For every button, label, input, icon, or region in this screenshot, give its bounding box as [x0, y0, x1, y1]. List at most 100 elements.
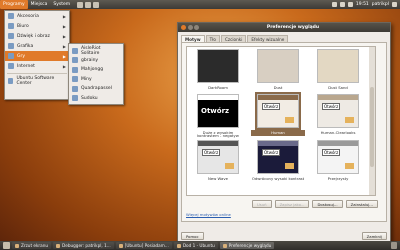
theme-item-darkroom[interactable]: DarkRoom: [191, 49, 245, 91]
programs-menu[interactable]: Programy: [0, 0, 28, 9]
install-button[interactable]: Zainstaluj...: [345, 200, 378, 208]
task-screenshot[interactable]: Zrzut ekranu: [12, 242, 52, 249]
games-icon: [8, 53, 14, 59]
task-label: Zrzut ekranu: [21, 243, 49, 248]
theme-name: Dust Sand: [328, 84, 348, 90]
preview-titlebar: [258, 141, 298, 146]
menu-item-internet[interactable]: Internet ▶: [5, 61, 69, 71]
menu-item-software-center[interactable]: Ubuntu Software Center: [5, 76, 69, 86]
places-menu[interactable]: Miejsca: [28, 0, 51, 9]
menu-item-graphics[interactable]: Grafika ▶: [5, 41, 69, 51]
menu-item-accessories[interactable]: Akcesoria ▶: [5, 11, 69, 21]
task-label: Dod 1 - Ubuntu: [182, 243, 215, 248]
save-as-button[interactable]: Zapisz jako...: [274, 200, 310, 208]
theme-name: Human-Clearlooks: [320, 129, 356, 135]
minimize-window-icon[interactable]: [187, 25, 193, 30]
document-icon: [176, 243, 181, 248]
scrollbar-thumb[interactable]: [370, 87, 374, 167]
theme-preview: Otwórz: [255, 92, 301, 130]
folder-icon: [225, 163, 234, 169]
office-icon: [8, 23, 14, 29]
theme-name: Human: [251, 130, 305, 136]
preview-button-label: Otwórz: [322, 149, 340, 156]
multimedia-icon: [8, 33, 14, 39]
mail-icon[interactable]: [347, 2, 353, 7]
submenu-item-aisleriot[interactable]: AisleRiot Solitaire: [69, 46, 123, 56]
submenu-item-label: Mahjongg: [81, 67, 104, 73]
customize-button[interactable]: Dostosuj...: [312, 200, 343, 208]
terminal-icon: [56, 243, 61, 248]
menu-item-label: Grafika: [17, 43, 34, 49]
power-icon[interactable]: [392, 2, 397, 7]
task-label: Preferencje wyglądu: [228, 243, 272, 248]
menu-item-office[interactable]: Biuro ▶: [5, 21, 69, 31]
submenu-item-sudoku[interactable]: Sudoku: [69, 94, 123, 104]
chevron-right-icon: ▶: [62, 23, 66, 29]
help-launcher-icon[interactable]: [93, 1, 100, 8]
preview-button-label: Otwórz: [202, 149, 220, 156]
theme-item-human-clearlooks[interactable]: Otwórz Human-Clearlooks: [311, 94, 365, 137]
task-document[interactable]: Dod 1 - Ubuntu: [173, 242, 218, 249]
theme-item-low-contrast-inverse[interactable]: Otwórz Odwrócony wysoki kontrast: [251, 140, 305, 182]
submenu-item-mahjongg[interactable]: Mahjongg: [69, 65, 123, 75]
blocks-icon: [72, 85, 78, 92]
theme-item-dust[interactable]: Dust: [251, 49, 305, 91]
menu-item-multimedia[interactable]: Dźwięk i obraz ▶: [5, 31, 69, 41]
submenu-item-label: AisleRiot Solitaire: [80, 45, 101, 56]
system-tray: 19:51 patrikpl: [331, 2, 400, 7]
preview-titlebar: [318, 141, 358, 146]
show-desktop-icon[interactable]: [3, 242, 10, 249]
theme-grid: DarkRoom Dust Dust Sand Otwórz Duże z wy…: [191, 49, 365, 182]
bottom-panel: Zrzut ekranu Debugger: patrikpl, 1... [U…: [0, 241, 400, 250]
theme-panel: DarkRoom Dust Dust Sand Otwórz Duże z wy…: [181, 42, 387, 222]
submenu-item-label: Miny: [81, 76, 92, 82]
clock[interactable]: 19:51: [356, 2, 369, 7]
task-debugger[interactable]: Debugger: patrikpl, 1...: [53, 242, 114, 249]
games-submenu: AisleRiot Solitaire gbrainy Mahjongg Min…: [68, 43, 124, 105]
theme-item-dust-sand[interactable]: Dust Sand: [311, 49, 365, 91]
submenu-item-gbrainy[interactable]: gbrainy: [69, 56, 123, 66]
menu-item-label: Biuro: [17, 23, 29, 29]
trash-icon[interactable]: [391, 242, 397, 249]
close-window-icon[interactable]: [181, 25, 186, 30]
task-appearance-preferences[interactable]: Preferencje wyglądu: [219, 242, 275, 249]
mahjongg-icon: [72, 66, 78, 73]
help-button[interactable]: Pomoc: [181, 232, 204, 240]
delete-theme-button[interactable]: Usuń: [252, 200, 272, 208]
menu-item-games[interactable]: Gry ▶: [5, 51, 69, 61]
submenu-item-mines[interactable]: Miny: [69, 75, 123, 85]
close-button[interactable]: Zamknij: [361, 232, 387, 240]
theme-list-scrollbar[interactable]: [369, 47, 375, 195]
preview-button-label: Otwórz: [262, 149, 280, 156]
system-menu[interactable]: System: [50, 0, 73, 9]
window-titlebar[interactable]: Preferencje wyglądu: [178, 23, 390, 32]
theme-item-human[interactable]: Otwórz Human: [251, 92, 305, 137]
cards-icon: [72, 47, 78, 54]
preview-titlebar: [198, 141, 238, 146]
preview-titlebar: [198, 95, 238, 100]
window-title: Preferencje wyglądu: [266, 25, 320, 30]
folder-icon: [345, 163, 354, 169]
more-themes-link[interactable]: Więcej motywów online: [186, 212, 231, 217]
volume-icon[interactable]: [339, 2, 345, 7]
submenu-item-quadrapassel[interactable]: Quadrapassel: [69, 84, 123, 94]
user-name[interactable]: patrikpl: [372, 2, 389, 7]
network-icon[interactable]: [331, 2, 337, 7]
chevron-right-icon: ▶: [62, 43, 66, 49]
sudoku-icon: [72, 95, 78, 102]
theme-item-clearlooks[interactable]: Otwórz Przejrzysty: [311, 140, 365, 182]
brain-icon: [72, 57, 78, 64]
theme-preview: Otwórz: [197, 94, 239, 128]
folder-icon: [285, 163, 294, 169]
appearance-icon: [222, 243, 227, 248]
theme-list[interactable]: DarkRoom Dust Dust Sand Otwórz Duże z wy…: [186, 46, 376, 196]
task-forum[interactable]: [Ubuntu] Posiadam...: [115, 242, 172, 249]
menu-item-label: Gry: [17, 53, 26, 59]
preview-button-label: Otwórz: [262, 103, 280, 110]
dialog-footer: Pomoc Zamknij: [181, 232, 387, 240]
browser-launcher-icon[interactable]: [77, 1, 84, 8]
theme-item-high-contrast-inverse[interactable]: Otwórz Duże z wysokim kontrastem - negat…: [191, 94, 245, 137]
mail-launcher-icon[interactable]: [85, 1, 92, 8]
theme-preview: [197, 49, 239, 83]
theme-item-new-wave[interactable]: Otwórz New Wave: [191, 140, 245, 182]
